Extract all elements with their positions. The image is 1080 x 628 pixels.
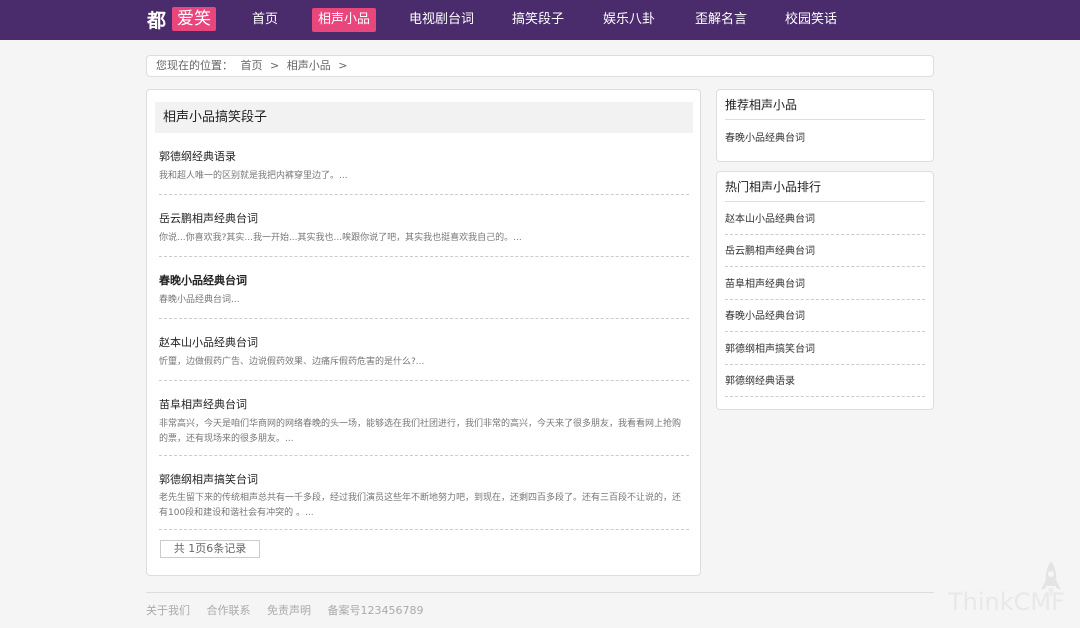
sidebar-recommend-item[interactable]: 春晚小品经典台词 [725, 129, 925, 153]
footer-link-disclaimer[interactable]: 免责声明 [267, 604, 311, 617]
sidebar-recommend-title: 推荐相声小品 [725, 96, 925, 120]
list-item: 苗阜相声经典台词 非常高兴，今天是咱们华商网的网络春晚的头一场，能够选在我们社团… [159, 394, 689, 456]
footer-icp-number: 备案号123456789 [327, 604, 424, 617]
sidebar-hot-item[interactable]: 春晚小品经典台词 [725, 307, 925, 332]
post-title-link[interactable]: 春晚小品经典台词 [159, 272, 247, 288]
sidebar-hot-item[interactable]: 郭德纲相声搞笑台词 [725, 340, 925, 365]
nav-item-crosstalk[interactable]: 相声小品 [312, 8, 377, 32]
post-excerpt: 老先生留下来的传统相声总共有一千多段，经过我们演员这些年不断地努力吧，到现在，还… [159, 493, 682, 518]
list-item: 郭德纲相声搞笑台词 老先生留下来的传统相声总共有一千多段，经过我们演员这些年不断… [159, 469, 689, 530]
post-excerpt: 春晚小品经典台词... [159, 295, 240, 305]
nav-item-quotes[interactable]: 歪解名言 [689, 8, 753, 32]
footer-links: 关于我们 合作联系 免责声明 备案号123456789 [146, 602, 437, 618]
list-item: 郭德纲经典语录 我和超人唯一的区别就是我把内裤穿里边了。... [159, 146, 689, 195]
post-title-link[interactable]: 郭德纲相声搞笑台词 [159, 471, 258, 487]
nav-item-home[interactable]: 首页 [246, 8, 284, 32]
list-item: 春晚小品经典台词 春晚小品经典台词... [159, 270, 689, 319]
nav-item-gossip[interactable]: 娱乐八卦 [597, 8, 661, 32]
sidebar-hot-title: 热门相声小品排行 [725, 178, 925, 202]
sidebar-hot-panel: 热门相声小品排行 赵本山小品经典台词 岳云鹏相声经典台词 苗阜相声经典台词 春晚… [716, 171, 934, 410]
nav-item-jokes[interactable]: 搞笑段子 [506, 8, 570, 32]
footer-link-about[interactable]: 关于我们 [146, 604, 190, 617]
breadcrumb-home-link[interactable]: 首页 [241, 59, 263, 72]
post-excerpt: 非常高兴，今天是咱们华商网的网络春晚的头一场，能够选在我们社团进行，我们非常的高… [159, 419, 682, 444]
post-excerpt: 你说...你喜欢我?其实...我一开始...其实我也...唉跟你说了吧，其实我也… [159, 233, 522, 243]
breadcrumb-separator: > [270, 59, 280, 72]
pagination-summary: 共 1页6条记录 [160, 540, 260, 558]
list-item: 岳云鹏相声经典台词 你说...你喜欢我?其实...我一开始...其实我也...唉… [159, 208, 689, 257]
post-excerpt: 我和超人唯一的区别就是我把内裤穿里边了。... [159, 171, 348, 181]
sidebar-hot-item[interactable]: 岳云鹏相声经典台词 [725, 242, 925, 267]
breadcrumb-current-link[interactable]: 相声小品 [287, 59, 331, 72]
breadcrumb-prefix: 您现在的位置： [156, 59, 233, 72]
panel-heading: 相声小品搞笑段子 [155, 102, 693, 133]
sidebar-recommend-panel: 推荐相声小品 春晚小品经典台词 [716, 89, 934, 162]
breadcrumb: 您现在的位置： 首页 > 相声小品 > [146, 55, 934, 77]
post-title-link[interactable]: 苗阜相声经典台词 [159, 396, 247, 412]
logo-text-badge: 爱笑 [172, 7, 217, 31]
sidebar-hot-item[interactable]: 赵本山小品经典台词 [725, 210, 925, 235]
nav-item-campus-jokes[interactable]: 校园笑话 [779, 8, 843, 32]
rocket-icon[interactable] [1040, 560, 1062, 600]
footer-link-contact[interactable]: 合作联系 [207, 604, 251, 617]
article-list-panel: 相声小品搞笑段子 郭德纲经典语录 我和超人唯一的区别就是我把内裤穿里边了。...… [146, 89, 701, 576]
list-item: 赵本山小品经典台词 忻璽，边做假药广告、边说假药效果、边痛斥假药危害的是什么?.… [159, 332, 689, 381]
post-title-link[interactable]: 郭德纲经典语录 [159, 148, 236, 164]
post-excerpt: 忻璽，边做假药广告、边说假药效果、边痛斥假药危害的是什么?... [159, 357, 425, 367]
post-title-link[interactable]: 赵本山小品经典台词 [159, 334, 258, 350]
site-logo[interactable]: 都 爱笑 [147, 6, 217, 32]
sidebar-hot-item[interactable]: 郭德纲经典语录 [725, 372, 925, 397]
sidebar-hot-item[interactable]: 苗阜相声经典台词 [725, 275, 925, 300]
logo-text-primary: 都 [147, 9, 167, 32]
breadcrumb-separator: > [338, 59, 348, 72]
footer-divider [146, 592, 934, 593]
post-title-link[interactable]: 岳云鹏相声经典台词 [159, 210, 258, 226]
top-nav-bar: 都 爱笑 首页 相声小品 电视剧台词 搞笑段子 娱乐八卦 歪解名言 校园笑话 [0, 0, 1080, 40]
nav-item-tv-quotes[interactable]: 电视剧台词 [403, 8, 480, 32]
